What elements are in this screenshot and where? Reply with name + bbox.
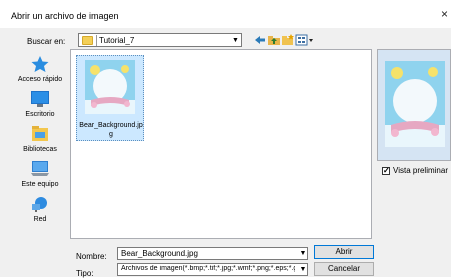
preview-checkbox-label: Vista preliminar: [393, 166, 448, 175]
places-bar: Acceso rápido Escritorio Bibliotecas Est…: [14, 53, 66, 248]
file-name: Bear_Background.jpg: [79, 122, 143, 138]
filetype-dropdown[interactable]: Archivos de imagen(*.bmp;*.tif;*.jpg;*.w…: [117, 263, 308, 276]
quick-access-star-icon: [30, 55, 50, 72]
preview-image: [385, 61, 445, 147]
up-folder-icon[interactable]: [267, 33, 281, 47]
lookin-label: Buscar en:: [27, 37, 66, 46]
divider: [96, 35, 97, 46]
lookin-value: Tutorial_7: [99, 36, 135, 45]
filename-value: Bear_Background.jpg: [121, 249, 198, 258]
filename-label: Nombre:: [76, 252, 107, 261]
close-icon[interactable]: ×: [441, 8, 448, 20]
chevron-down-icon[interactable]: ▼: [299, 248, 307, 259]
filetype-value: Archivos de imagen(*.bmp;*.tif;*.jpg;*.w…: [121, 265, 295, 272]
new-folder-icon[interactable]: [281, 33, 295, 47]
chevron-down-icon[interactable]: ▼: [299, 264, 307, 275]
filename-field[interactable]: Bear_Background.jpg ▼: [117, 247, 308, 260]
place-label: Bibliotecas: [23, 146, 57, 153]
window-title: Abrir un archivo de imagen: [11, 11, 119, 21]
chevron-down-icon[interactable]: ▼: [230, 35, 241, 46]
open-button[interactable]: Abrir: [314, 245, 374, 259]
views-menu-icon[interactable]: [295, 33, 315, 47]
preview-pane: [377, 49, 451, 161]
preview-checkbox[interactable]: ✓: [382, 167, 390, 175]
place-label: Este equipo: [21, 181, 59, 188]
lookin-dropdown[interactable]: Tutorial_7 ▼: [78, 33, 242, 47]
back-arrow-icon[interactable]: [253, 33, 267, 47]
folder-icon: [82, 36, 93, 45]
file-item[interactable]: Bear_Background.jpg: [76, 55, 144, 141]
libraries-icon: [30, 125, 50, 141]
desktop-icon: [30, 90, 50, 107]
file-list[interactable]: Bear_Background.jpg: [70, 49, 372, 239]
this-pc-icon: [30, 160, 50, 176]
place-label: Red: [33, 216, 47, 223]
place-label: Escritorio: [25, 111, 55, 118]
image-thumbnail: [85, 60, 135, 114]
network-icon: [30, 195, 50, 212]
place-label: Acceso rápido: [17, 76, 63, 83]
cancel-button[interactable]: Cancelar: [314, 262, 374, 276]
